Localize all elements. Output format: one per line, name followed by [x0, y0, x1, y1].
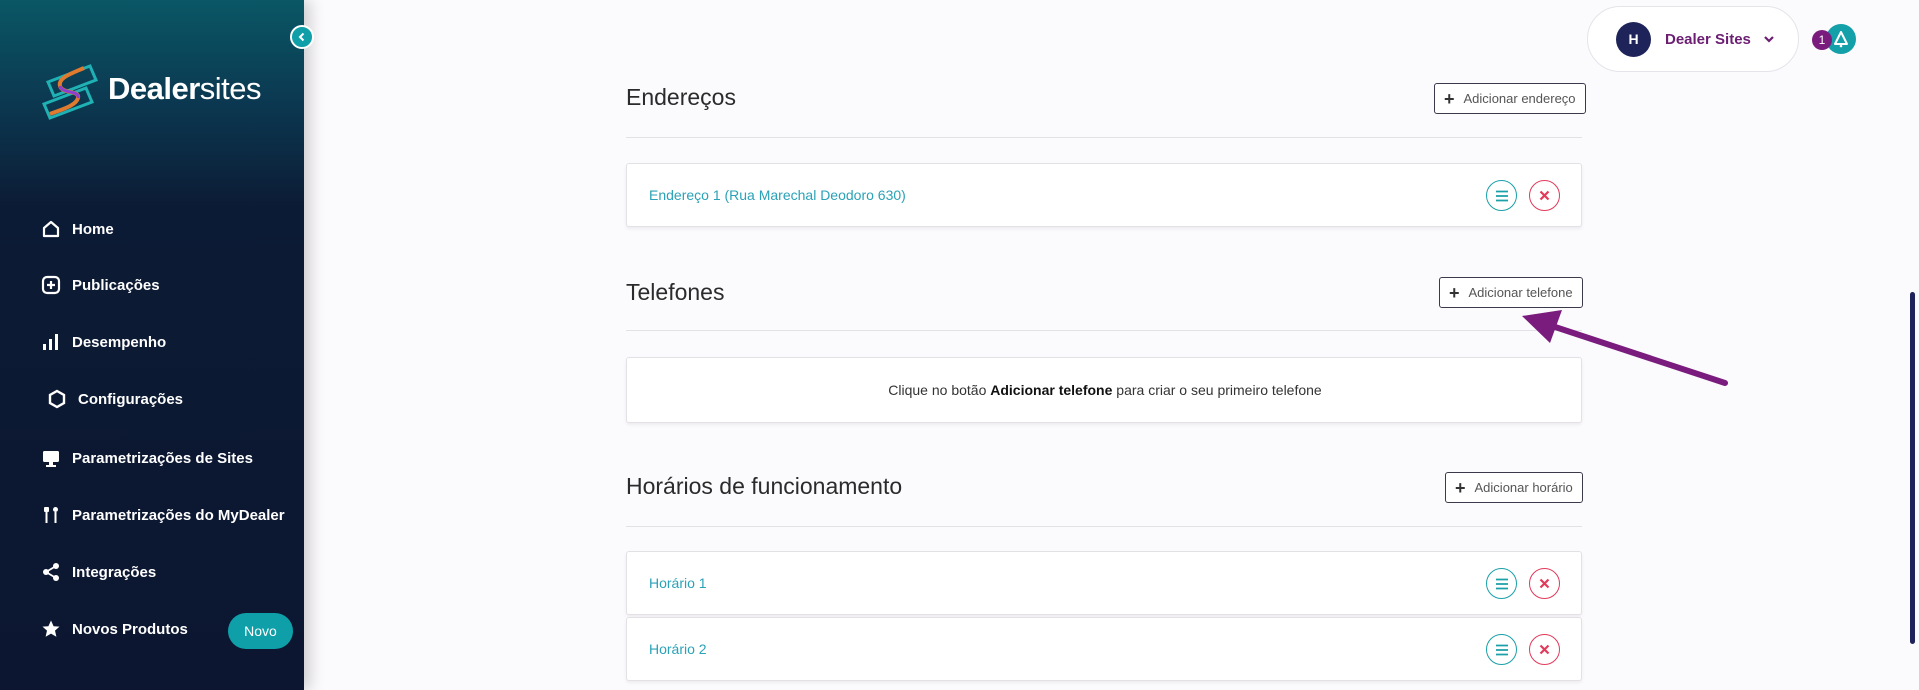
close-icon: [1539, 644, 1550, 655]
empty-message-suffix: para criar o seu primeiro telefone: [1112, 382, 1322, 398]
section-divider: [626, 526, 1582, 527]
add-address-button[interactable]: + Adicionar endereço: [1434, 83, 1586, 114]
star-icon: [40, 618, 62, 640]
address-delete-button[interactable]: [1529, 180, 1560, 211]
hexagon-icon: [46, 388, 68, 410]
user-name: Dealer Sites: [1665, 30, 1751, 48]
chevron-down-icon: [1764, 36, 1774, 43]
plus-icon: +: [1444, 88, 1455, 109]
sidebar-item-label: Desempenho: [72, 333, 167, 351]
plus-icon: +: [1449, 282, 1460, 303]
empty-message-bold: Adicionar telefone: [990, 382, 1113, 398]
hours-details-button[interactable]: [1486, 568, 1517, 599]
home-icon: [40, 218, 62, 240]
address-details-button[interactable]: [1486, 180, 1517, 211]
plus-square-icon: [40, 274, 62, 296]
sidebar-item-configuracoes[interactable]: Configurações: [46, 384, 296, 414]
add-phone-button[interactable]: + Adicionar telefone: [1439, 277, 1583, 308]
sidebar-item-parametrizacoes-sites[interactable]: Parametrizações de Sites: [40, 443, 290, 473]
bar-chart-icon: [40, 331, 62, 353]
sidebar-item-label: Parametrizações do MyDealer: [72, 506, 285, 524]
sidebar-item-publicacoes[interactable]: Publicações: [40, 270, 290, 300]
scrollbar-thumb[interactable]: [1910, 292, 1915, 644]
address-card: Endereço 1 (Rua Marechal Deodoro 630): [626, 163, 1582, 227]
sidebar-item-desempenho[interactable]: Desempenho: [40, 327, 290, 357]
sidebar-item-integracoes[interactable]: Integrações: [40, 557, 290, 587]
menu-icon: [1495, 190, 1508, 201]
sidebar-item-label: Novos Produtos: [72, 620, 188, 638]
menu-icon: [1495, 644, 1508, 655]
avatar: H: [1616, 21, 1651, 57]
close-icon: [1539, 578, 1550, 589]
logo-text-regular: sites: [199, 71, 262, 106]
hours-details-button[interactable]: [1486, 634, 1517, 665]
address-link[interactable]: Endereço 1 (Rua Marechal Deodoro 630): [649, 187, 906, 203]
add-hours-label: Adicionar horário: [1474, 480, 1573, 495]
add-hours-button[interactable]: + Adicionar horário: [1445, 472, 1583, 503]
annotation-arrow: [1522, 310, 1728, 386]
plus-icon: +: [1455, 477, 1466, 498]
notification-count: 1: [1812, 30, 1832, 50]
hours-delete-button[interactable]: [1529, 634, 1560, 665]
monitor-icon: [40, 447, 62, 469]
sidebar-item-label: Publicações: [72, 276, 160, 294]
logo-text-bold: Dealer: [108, 71, 200, 106]
dealersites-logo[interactable]: Dealersites: [40, 56, 262, 122]
hours-link[interactable]: Horário 2: [649, 641, 707, 657]
add-phone-label: Adicionar telefone: [1468, 285, 1573, 300]
new-badge: Novo: [228, 613, 293, 649]
empty-message-prefix: Clique no botão: [888, 382, 991, 398]
add-address-label: Adicionar endereço: [1463, 91, 1576, 106]
hours-link[interactable]: Horário 1: [649, 575, 707, 591]
section-title-hours: Horários de funcionamento: [626, 473, 903, 499]
sidebar-item-label: Home: [72, 220, 114, 238]
sidebar-item-parametrizacoes-mydealer[interactable]: Parametrizações do MyDealer: [40, 500, 290, 530]
menu-icon: [1495, 578, 1508, 589]
phones-empty-card: Clique no botão Adicionar telefone para …: [626, 357, 1582, 423]
sidebar-item-label: Configurações: [78, 390, 184, 408]
sidebar-item-label: Integrações: [72, 563, 157, 581]
user-menu[interactable]: H Dealer Sites: [1587, 6, 1799, 72]
notifications-button[interactable]: 1: [1812, 24, 1862, 56]
sidebar: Dealersites Home Publicações Desempenho …: [0, 0, 304, 690]
close-icon: [1539, 190, 1550, 201]
share-icon: [40, 561, 62, 583]
chevron-left-icon: [298, 32, 305, 42]
section-title-phones: Telefones: [626, 279, 725, 305]
sidebar-item-label: Parametrizações de Sites: [72, 449, 253, 467]
hours-card: Horário 1: [626, 551, 1582, 615]
hours-delete-button[interactable]: [1529, 568, 1560, 599]
sidebar-collapse-button[interactable]: [290, 25, 314, 49]
sidebar-item-home[interactable]: Home: [40, 214, 290, 244]
phones-empty-message: Clique no botão Adicionar telefone para …: [627, 382, 1583, 398]
hours-card: Horário 2: [626, 617, 1582, 681]
section-divider: [626, 330, 1582, 331]
section-divider: [626, 137, 1582, 138]
logo-text: Dealersites: [108, 71, 262, 107]
section-title-addresses: Endereços: [626, 84, 736, 110]
dealersites-logo-icon: [42, 64, 98, 120]
tools-icon: [40, 504, 62, 526]
